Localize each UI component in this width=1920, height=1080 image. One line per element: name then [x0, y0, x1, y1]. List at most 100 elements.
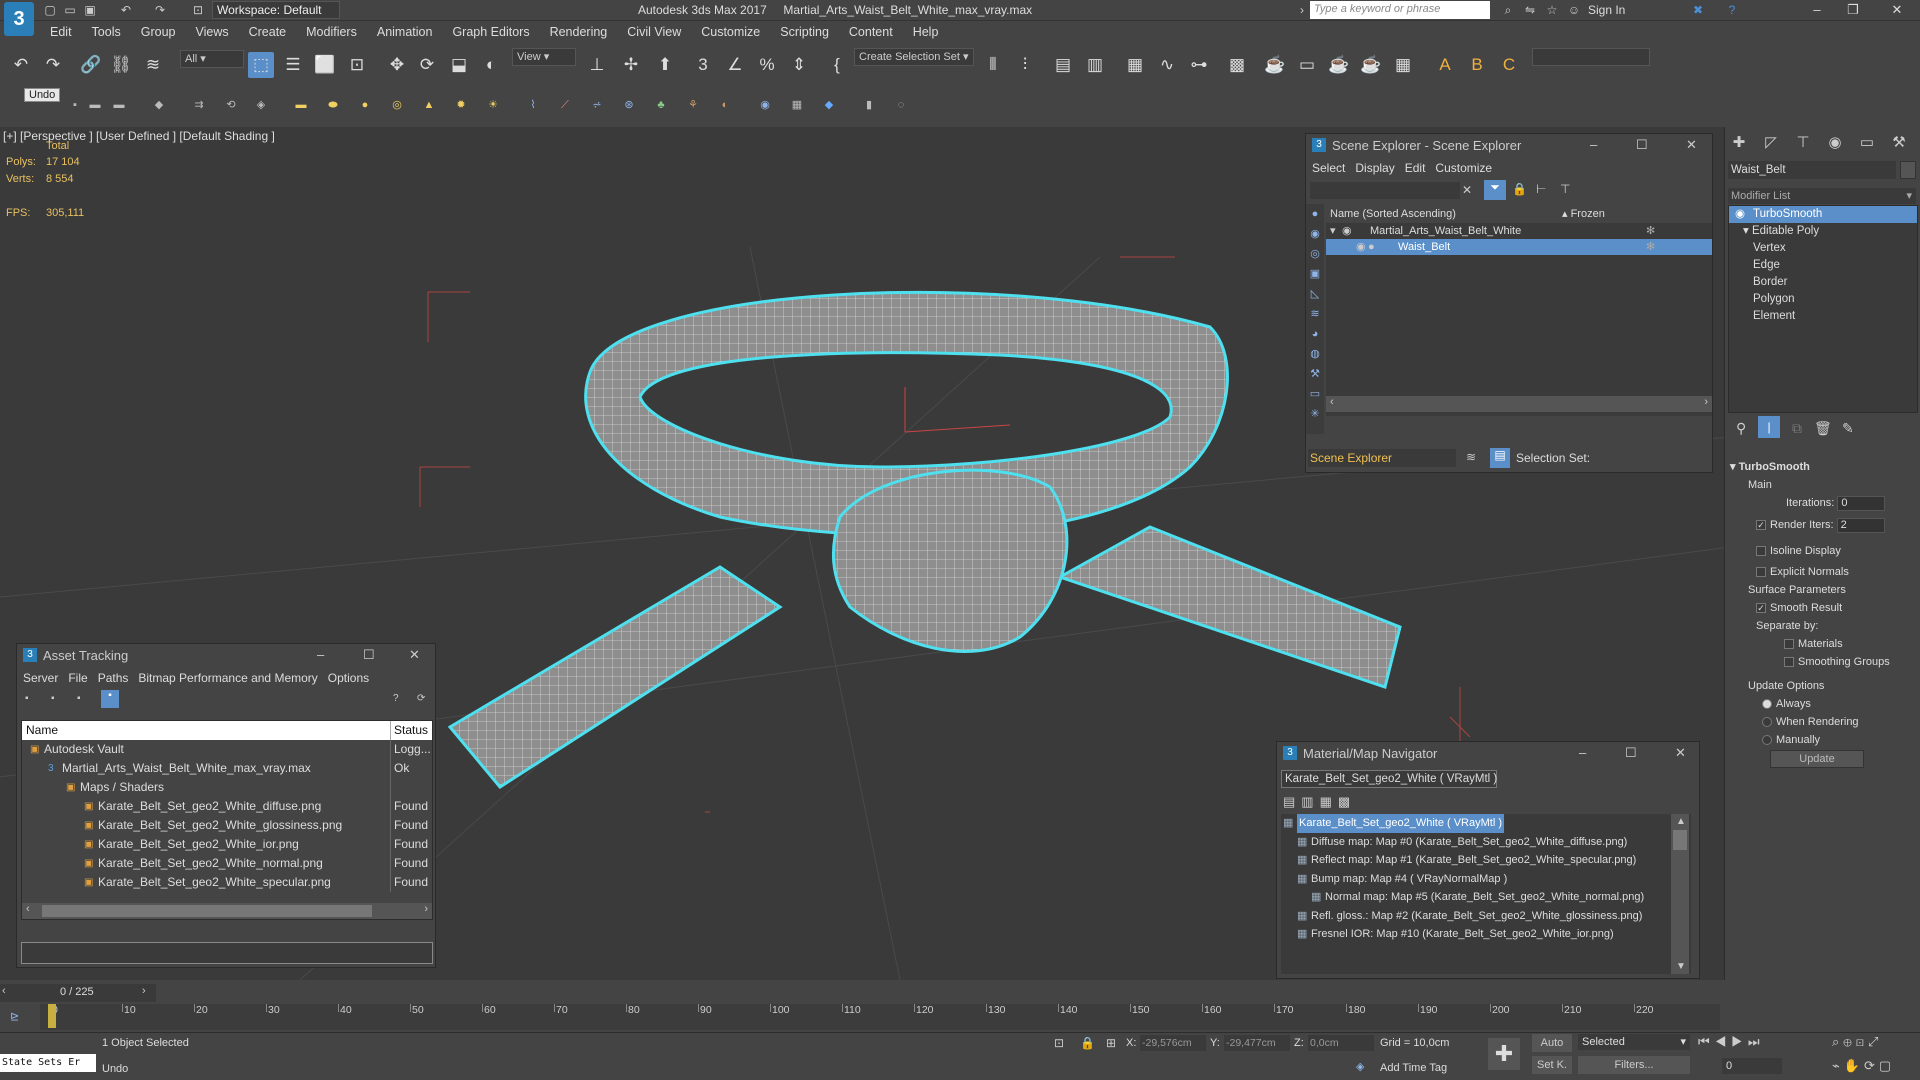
clear-search-icon[interactable]: ✕: [1462, 183, 1472, 197]
sphere-icon[interactable]: ●: [356, 96, 374, 114]
undo-button[interactable]: ↶: [8, 52, 34, 78]
search-input[interactable]: Type a keyword or phrase: [1310, 1, 1490, 19]
key-filters-button[interactable]: Filters...: [1578, 1056, 1690, 1074]
time-slider-next[interactable]: ›: [142, 985, 146, 997]
asset-row[interactable]: ▣ Karate_Belt_Set_geo2_White_specular.png…: [22, 873, 432, 892]
settings-icon[interactable]: ◌: [892, 96, 910, 114]
view-mode-icons[interactable]: ▤▥▦▩: [1283, 794, 1356, 810]
bind-space-warp-icon[interactable]: ≋: [140, 52, 166, 78]
sort-icon[interactable]: ▤: [1490, 448, 1510, 468]
playback-controls[interactable]: ⏮◀▶⏭: [1698, 1034, 1765, 1050]
motion-tab-icon[interactable]: ◉: [1824, 132, 1846, 154]
asset-menu-bitmap-performance-and-memory[interactable]: Bitmap Performance and Memory: [138, 668, 317, 688]
help-icon[interactable]: ?: [1724, 2, 1740, 18]
expand-icon[interactable]: ⊤: [1560, 182, 1570, 196]
configure-sets-icon[interactable]: ✎: [1842, 420, 1854, 437]
menu-item-tools[interactable]: Tools: [82, 22, 131, 44]
time-slider-prev[interactable]: ‹: [2, 985, 6, 997]
asset-row[interactable]: ▣ Autodesk Vault Logg...: [22, 740, 432, 759]
mirror-icon[interactable]: ⫴: [980, 52, 1006, 78]
menu-item-graph-editors[interactable]: Graph Editors: [442, 22, 539, 44]
text-tool-b-icon[interactable]: B: [1464, 52, 1490, 78]
selection-lock-icon[interactable]: 🔒: [1080, 1036, 1095, 1050]
search-arrow-icon[interactable]: ›: [1300, 3, 1304, 17]
asset-menu-server[interactable]: Server: [23, 668, 58, 688]
always-radio[interactable]: [1762, 699, 1772, 710]
make-unique-icon[interactable]: ⧉: [1792, 420, 1802, 437]
particle-icon[interactable]: ⊛: [620, 96, 638, 114]
current-frame-field[interactable]: 0: [1722, 1058, 1782, 1074]
unlink-icon[interactable]: ⛓: [108, 52, 134, 78]
spline-icon[interactable]: ⌇: [524, 96, 542, 114]
update-button[interactable]: Update: [1770, 750, 1864, 768]
menu-item-modifiers[interactable]: Modifiers: [296, 22, 367, 44]
iterations-spinner[interactable]: 0: [1837, 496, 1886, 511]
set-key-button[interactable]: Set K.: [1532, 1056, 1572, 1074]
auto-key-button[interactable]: Auto: [1532, 1034, 1572, 1052]
scene-explorer-titlebar[interactable]: 3 Scene Explorer - Scene Explorer – ☐ ✕: [1306, 134, 1712, 158]
close-button[interactable]: ✕: [1675, 745, 1686, 761]
foliage-icon[interactable]: ♣: [652, 96, 670, 114]
workspace-dropdown[interactable]: Workspace: Default: [212, 1, 340, 19]
hair-icon[interactable]: ⚘: [684, 96, 702, 114]
hierarchy-tab-icon[interactable]: ⊤: [1792, 132, 1814, 154]
asset-row[interactable]: ▣ Karate_Belt_Set_geo2_White_diffuse.png F…: [22, 797, 432, 816]
horizontal-scrollbar[interactable]: ‹ ›: [22, 903, 432, 919]
minimize-button[interactable]: –: [1590, 137, 1597, 152]
time-slider[interactable]: ‹ 0 / 225 ›: [0, 984, 156, 1002]
smooth-result-checkbox[interactable]: ✓: [1756, 603, 1766, 614]
open-file-icon[interactable]: ▭: [62, 2, 78, 18]
move-icon[interactable]: ✥: [384, 52, 410, 78]
menu-item-edit[interactable]: Edit: [40, 22, 82, 44]
select-object-button[interactable]: ⬚: [248, 52, 274, 78]
refresh-icon[interactable]: ⟳: [417, 693, 425, 704]
when-rendering-radio[interactable]: [1762, 717, 1772, 728]
restore-button[interactable]: ❐: [1836, 1, 1870, 19]
ref-coord-dropdown[interactable]: View ▾: [512, 48, 576, 66]
current-material-field[interactable]: Karate_Belt_Set_geo2_White ( VRayMtl ): [1281, 770, 1497, 788]
cloth-icon[interactable]: ◐: [716, 96, 734, 114]
project-folder-icon[interactable]: ⊡: [190, 2, 206, 18]
asset-menu-options[interactable]: Options: [328, 668, 369, 688]
close-button[interactable]: ✕: [1686, 137, 1697, 153]
object-name-field[interactable]: Waist_Belt: [1728, 161, 1896, 179]
view-icon[interactable]: ◉: [756, 96, 774, 114]
track-bar[interactable]: 0102030405060708090100110120130140150160…: [40, 1004, 1720, 1030]
scene-explorer-toggle-icon[interactable]: ▤: [1050, 52, 1076, 78]
layers-icon[interactable]: ≋: [1466, 450, 1476, 464]
material-navigator-titlebar[interactable]: 3 Material/Map Navigator – ☐ ✕: [1277, 742, 1699, 766]
display-tab-icon[interactable]: ▭: [1856, 132, 1878, 154]
menu-item-create[interactable]: Create: [239, 22, 297, 44]
modifier-stack-item[interactable]: Edge: [1729, 257, 1917, 274]
maxscript-listener[interactable]: State Sets Er: [0, 1054, 96, 1072]
modifier-stack-item[interactable]: ◉ TurboSmooth: [1729, 206, 1917, 223]
viewport-label[interactable]: [+] [Perspective ] [User Defined ] [Defa…: [3, 129, 275, 143]
tool-icon[interactable]: ◆: [150, 96, 168, 114]
material-tree-row[interactable]: ▦ Refl. gloss.: Map #2 (Karate_Belt_Set_g…: [1281, 907, 1691, 926]
keyboard-shortcut-icon[interactable]: ⬆: [652, 52, 678, 78]
absolute-mode-icon[interactable]: ⊞: [1106, 1036, 1116, 1050]
camera-icon[interactable]: ◆: [820, 96, 838, 114]
redo-icon[interactable]: ↷: [152, 2, 168, 18]
binoculars-icon[interactable]: ⌕: [1500, 2, 1516, 18]
menu-item-help[interactable]: Help: [903, 22, 949, 44]
grid-icon[interactable]: ▦: [788, 96, 806, 114]
render-setup-icon[interactable]: ☕: [1262, 52, 1288, 78]
modifier-stack-item[interactable]: Polygon: [1729, 291, 1917, 308]
maximize-button[interactable]: ☐: [363, 647, 375, 663]
spinner-snap-icon[interactable]: ⇕: [786, 52, 812, 78]
eye-icon[interactable]: ◉: [1735, 206, 1745, 223]
vertical-scrollbar[interactable]: ▲ ▼: [1671, 814, 1689, 974]
material-tree-row[interactable]: ▦ Reflect map: Map #1 (Karate_Belt_Set_ge…: [1281, 851, 1691, 870]
asset-row[interactable]: ▣ Karate_Belt_Set_geo2_White_glossiness.p…: [22, 816, 432, 835]
tool-icon[interactable]: ◈: [252, 96, 270, 114]
tool-icon[interactable]: ⇉: [190, 96, 208, 114]
material-tree-row[interactable]: ▦ Diffuse map: Map #0 (Karate_Belt_Set_ge…: [1281, 833, 1691, 852]
expand-arrow-icon[interactable]: ▾: [1743, 225, 1752, 237]
asset-tracking-titlebar[interactable]: 3 Asset Tracking – ☐ ✕: [17, 644, 435, 668]
scale-icon[interactable]: ⬓: [446, 52, 472, 78]
torus-icon[interactable]: ◎: [388, 96, 406, 114]
star-icon[interactable]: ☆: [1544, 2, 1560, 18]
rotate-icon[interactable]: ⟳: [414, 52, 440, 78]
user-icon[interactable]: ☺: [1566, 2, 1582, 18]
